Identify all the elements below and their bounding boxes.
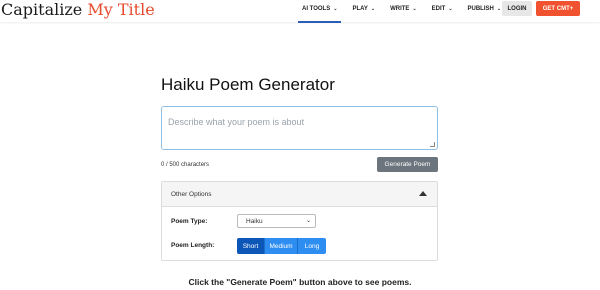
resize-handle-icon[interactable] [430,142,435,147]
nav-publish-label: PUBLISH [467,6,494,12]
login-button[interactable]: LOGIN [502,1,532,16]
nav-ai-tools-label: AI TOOLS [302,6,331,12]
nav-write[interactable]: WRITE ⌄ [390,0,417,18]
length-medium-button[interactable]: Medium [265,238,298,254]
chevron-down-icon: ⌄ [305,218,311,224]
site-header: Capitalize My Title AI TOOLS ⌄ PLAY ⌄ WR… [0,0,600,23]
caret-up-icon[interactable] [419,191,427,196]
main-nav: AI TOOLS ⌄ PLAY ⌄ WRITE ⌄ EDIT ⌄ PUBLISH… [297,0,502,23]
chevron-down-icon: ⌄ [370,6,376,12]
nav-ai-tools[interactable]: AI TOOLS ⌄ [297,0,342,23]
other-options-header[interactable]: Other Options [162,182,437,207]
poem-type-value: Haiku [246,217,263,225]
logo-text-capitalize: Capitalize [1,0,83,19]
get-cmt-plus-button[interactable]: GET CMT+ [536,1,580,16]
length-short-button[interactable]: Short [237,238,265,254]
other-options-label: Other Options [171,191,212,198]
chevron-down-icon: ⌄ [496,6,502,12]
character-counter: 0 / 500 characters [161,162,210,168]
length-long-button[interactable]: Long [298,238,326,254]
logo-text-my-title: My Title [87,0,155,19]
chevron-down-icon: ⌄ [333,6,338,12]
nav-publish[interactable]: PUBLISH ⌄ [468,0,502,18]
nav-play-label: PLAY [352,6,368,12]
result-placeholder-message: Click the "Generate Poem" button above t… [188,277,412,287]
page-title: Haiku Poem Generator [161,75,335,94]
poem-type-label: Poem Type: [171,218,208,225]
generate-poem-button[interactable]: Generate Poem [377,157,438,172]
chevron-down-icon: ⌄ [412,6,417,12]
textarea-placeholder: Describe what your poem is about [168,117,305,127]
site-logo[interactable]: Capitalize My Title [1,0,155,20]
nav-edit[interactable]: EDIT ⌄ [432,0,453,18]
poem-description-input[interactable]: Describe what your poem is about [161,106,438,150]
poem-type-select[interactable]: Haiku ⌄ [237,214,316,228]
poem-length-label: Poem Length: [171,242,215,249]
poem-length-segmented-control: Short Medium Long [237,238,326,254]
nav-write-label: WRITE [390,6,410,12]
nav-edit-label: EDIT [431,6,446,12]
chevron-down-icon: ⌄ [448,6,453,12]
nav-play[interactable]: PLAY ⌄ [352,0,375,18]
